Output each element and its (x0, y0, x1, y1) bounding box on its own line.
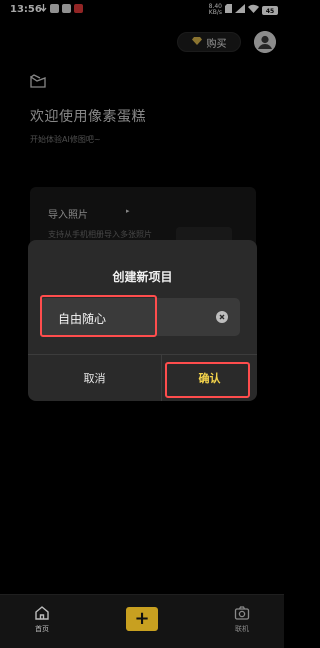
camera-icon (228, 605, 256, 621)
plus-icon: + (134, 608, 150, 629)
nav-tether[interactable]: 联机 (228, 605, 256, 634)
create-project-dialog: 创建新项目 自由随心 取消 确认 (28, 240, 257, 401)
nav-home-label: 首页 (35, 625, 49, 633)
input-highlight-box (40, 295, 157, 337)
nav-home[interactable]: 首页 (28, 605, 56, 634)
clear-icon[interactable] (216, 311, 228, 323)
confirm-highlight-box (165, 362, 250, 398)
add-project-button[interactable]: + (126, 607, 158, 631)
dialog-title: 创建新项目 (112, 270, 173, 284)
home-icon (28, 605, 56, 621)
bottom-nav: 首页 + 联机 (0, 594, 284, 648)
nav-tether-label: 联机 (235, 625, 249, 633)
cancel-button[interactable]: 取消 (28, 355, 161, 401)
